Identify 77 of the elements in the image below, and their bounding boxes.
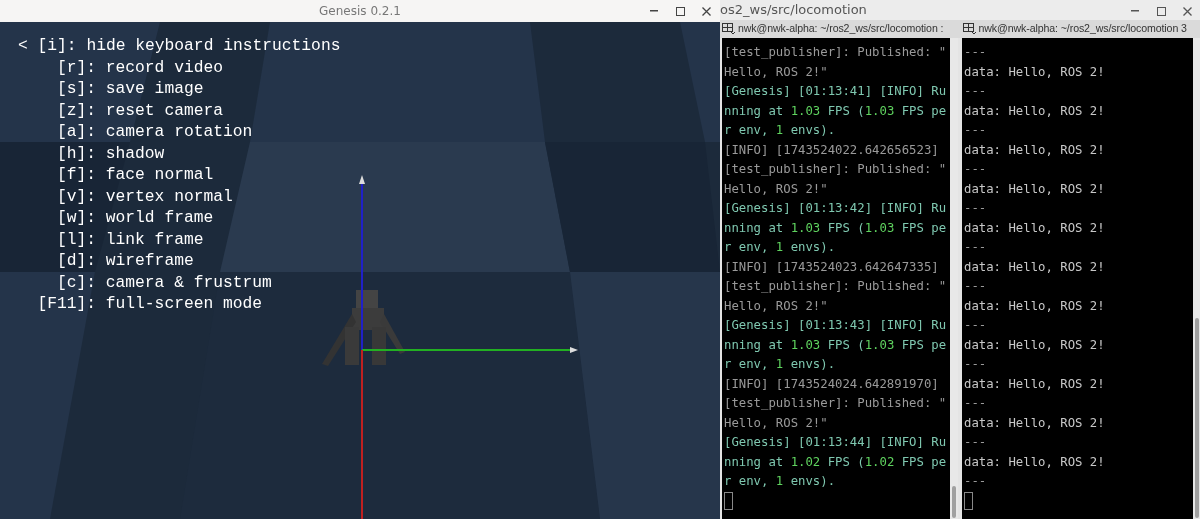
- terminal-line: ---: [964, 356, 988, 373]
- instruction-line: [c]: camera & frustrum: [55, 271, 273, 293]
- terminal-line: [Genesis] [01:13:41] [INFO] Ru: [724, 83, 948, 100]
- instruction-line: [l]: link frame: [55, 228, 205, 250]
- terminal-line: data: Hello, ROS 2!: [964, 375, 1106, 393]
- terminal-icon: [962, 23, 977, 35]
- terminal-line: data: Hello, ROS 2!: [964, 63, 1106, 81]
- window-title: os2_ws/src/locomotion: [720, 2, 867, 17]
- instruction-line: [r]: record video: [55, 56, 224, 78]
- instruction-line: [v]: vertex normal: [55, 185, 234, 207]
- terminal-line: [Genesis] [01:13:43] [INFO] Ru: [724, 317, 948, 334]
- terminal-icon: [722, 23, 736, 35]
- close-icon: [1182, 6, 1192, 16]
- terminal-line: ---: [964, 473, 988, 490]
- minimize-icon: [650, 10, 658, 12]
- terminal-line: data: Hello, ROS 2!: [964, 297, 1106, 315]
- maximize-icon: [675, 6, 685, 16]
- instruction-line: [F11]: full-screen mode: [36, 293, 264, 315]
- instruction-line: [d]: wireframe: [55, 250, 195, 272]
- terminal-line: ---: [964, 395, 988, 412]
- terminal-line: [test_publisher]: Published: ": [724, 44, 948, 61]
- terminal-line: data: Hello, ROS 2!: [964, 414, 1106, 432]
- scrollbar[interactable]: [950, 38, 958, 519]
- terminal-line: [Genesis] [01:13:42] [INFO] Ru: [724, 200, 948, 217]
- terminal-tab[interactable]: nwk@nwk-alpha: ~/ros2_ws/src/locomotion :: [720, 20, 961, 38]
- terminal-line: ---: [964, 161, 988, 178]
- terminal-line: [INFO] [1743524022.642656523]: [724, 141, 940, 159]
- terminal-line: r env, 1 envs).: [724, 122, 837, 139]
- terminal-tab[interactable]: nwk@nwk-alpha: ~/ros2_ws/src/locomotion 3: [960, 20, 1200, 38]
- terminal-line: ---: [964, 83, 988, 100]
- terminal-line: r env, 1 envs).: [724, 239, 837, 256]
- instruction-line: [w]: world frame: [55, 207, 215, 229]
- terminal-line: [Genesis] [01:13:44] [INFO] Ru: [724, 434, 948, 451]
- terminal-line: ---: [964, 239, 988, 256]
- instruction-line: [s]: save image: [55, 78, 205, 100]
- terminal-line: ---: [964, 434, 988, 451]
- terminal-line: ---: [964, 200, 988, 217]
- terminal-pane[interactable]: [962, 38, 1193, 519]
- close-icon: [701, 6, 711, 16]
- instruction-line[interactable]: < [i]: hide keyboard instructions: [18, 35, 341, 57]
- terminal-line: Hello, ROS 2!": [724, 63, 829, 81]
- cursor: [724, 491, 733, 510]
- terminal-line: nning at 1.03 FPS (1.03 FPS pe: [724, 102, 948, 120]
- terminal-line: r env, 1 envs).: [724, 356, 837, 373]
- terminal-line: data: Hello, ROS 2!: [964, 258, 1106, 276]
- scrollbar[interactable]: [1193, 38, 1200, 519]
- terminal-line: ---: [964, 44, 988, 61]
- instruction-line: [f]: face normal: [55, 164, 215, 186]
- terminal-line: nning at 1.02 FPS (1.02 FPS pe: [724, 453, 948, 471]
- terminal-pane[interactable]: [722, 38, 950, 519]
- terminal-line: Hello, ROS 2!": [724, 180, 829, 198]
- terminal-line: data: Hello, ROS 2!: [964, 336, 1106, 354]
- instruction-line: [a]: camera rotation: [55, 121, 254, 143]
- terminal-line: Hello, ROS 2!": [724, 414, 829, 432]
- maximize-icon: [1156, 6, 1166, 16]
- terminal-line: data: Hello, ROS 2!: [964, 141, 1106, 159]
- terminal-line: data: Hello, ROS 2!: [964, 180, 1106, 198]
- terminal-line: ---: [964, 317, 988, 334]
- cursor: [964, 491, 973, 510]
- terminal-line: nning at 1.03 FPS (1.03 FPS pe: [724, 219, 948, 237]
- terminal-line: data: Hello, ROS 2!: [964, 453, 1106, 471]
- terminal-line: [test_publisher]: Published: ": [724, 161, 948, 178]
- instruction-line: [h]: shadow: [55, 142, 166, 164]
- terminal-line: [INFO] [1743524023.642647335]: [724, 258, 940, 276]
- terminal-line: [test_publisher]: Published: ": [724, 395, 948, 412]
- terminal-line: [test_publisher]: Published: ": [724, 278, 948, 295]
- instruction-line: [z]: reset camera: [55, 99, 224, 121]
- terminal-line: [INFO] [1743524024.642891970]: [724, 375, 940, 393]
- terminal-line: ---: [964, 122, 988, 139]
- terminal-line: nning at 1.03 FPS (1.03 FPS pe: [724, 336, 948, 354]
- terminal-line: Hello, ROS 2!": [724, 297, 829, 315]
- window-title: Genesis 0.2.1: [319, 3, 401, 20]
- terminal-line: data: Hello, ROS 2!: [964, 102, 1106, 120]
- terminal-line: data: Hello, ROS 2!: [964, 219, 1106, 237]
- terminal-line: r env, 1 envs).: [724, 473, 837, 490]
- minimize-icon: [1131, 10, 1139, 12]
- terminal-line: ---: [964, 278, 988, 295]
